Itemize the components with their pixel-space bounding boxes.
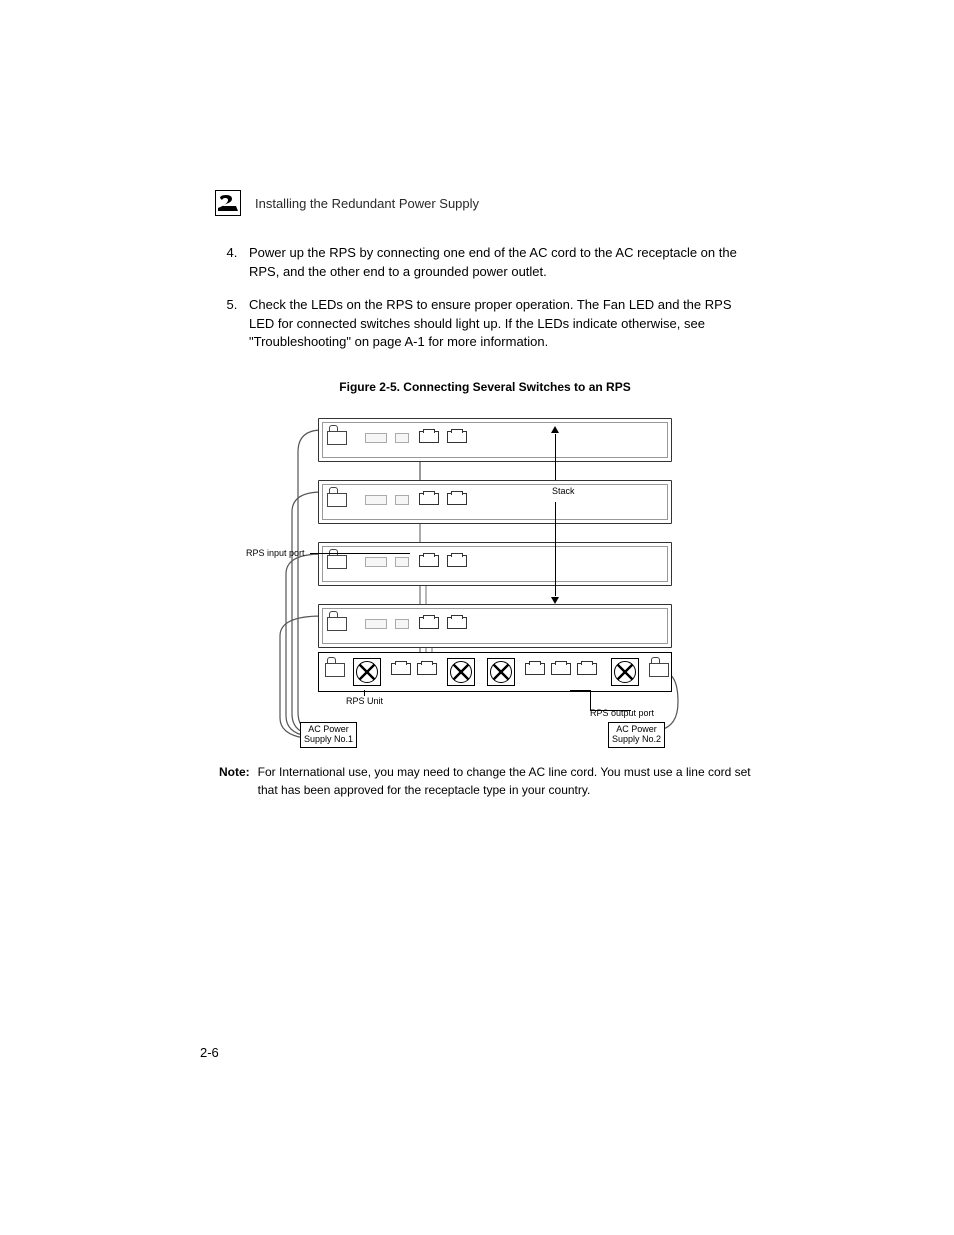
chapter-2-icon bbox=[218, 195, 238, 211]
page-number: 2-6 bbox=[200, 1045, 219, 1060]
stack-label: Stack bbox=[552, 486, 575, 496]
note-label: Note: bbox=[219, 764, 250, 799]
section-title: Installing the Redundant Power Supply bbox=[255, 196, 479, 211]
rps-unit-label: RPS Unit bbox=[346, 696, 383, 706]
arrow-down-icon bbox=[551, 597, 559, 604]
switch-1 bbox=[318, 418, 672, 462]
step-item: Power up the RPS by connecting one end o… bbox=[241, 244, 755, 282]
ac-power-2-label: AC Power Supply No.2 bbox=[608, 722, 665, 748]
figure-diagram: Stack RPS input port RPS Unit RPS output… bbox=[260, 412, 705, 752]
switch-3 bbox=[318, 542, 672, 586]
switch-2 bbox=[318, 480, 672, 524]
chapter-number-badge bbox=[215, 190, 241, 216]
page-header: Installing the Redundant Power Supply bbox=[215, 190, 755, 216]
note-text: For International use, you may need to c… bbox=[258, 764, 755, 799]
rps-unit bbox=[318, 652, 672, 692]
ac-power-1-label: AC Power Supply No.1 bbox=[300, 722, 357, 748]
figure-caption: Figure 2-5. Connecting Several Switches … bbox=[215, 380, 755, 394]
note: Note: For International use, you may nee… bbox=[219, 764, 755, 799]
step-item: Check the LEDs on the RPS to ensure prop… bbox=[241, 296, 755, 353]
arrow-up-icon bbox=[551, 426, 559, 433]
rps-input-port-label: RPS input port bbox=[246, 548, 305, 558]
switch-4 bbox=[318, 604, 672, 648]
step-list: Power up the RPS by connecting one end o… bbox=[215, 244, 755, 352]
